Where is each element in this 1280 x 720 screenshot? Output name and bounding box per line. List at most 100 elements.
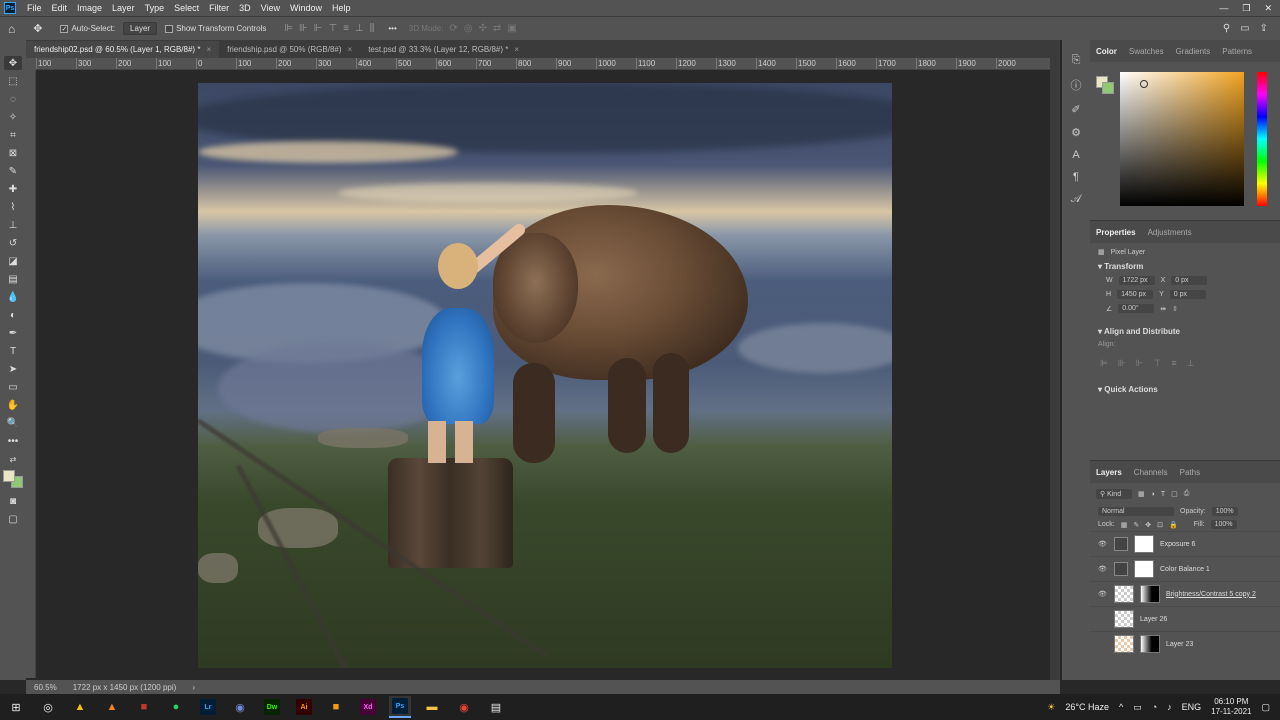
menu-image[interactable]: Image — [72, 3, 107, 13]
layer-name[interactable]: Color Balance 1 — [1160, 566, 1210, 573]
battery-icon[interactable]: ▭ — [1133, 702, 1142, 713]
history-icon[interactable]: ⎘ — [1072, 54, 1081, 67]
clone-stamp-icon[interactable]: ⊥ — [4, 218, 22, 232]
horizontal-ruler[interactable]: 100 300 200 100 0 100 200 300 400 500 60… — [36, 58, 1050, 70]
sketchbook-icon[interactable]: ■ — [325, 696, 347, 718]
document-size[interactable]: 1722 px x 1450 px (1200 ppi) — [73, 683, 177, 692]
file-explorer-icon[interactable]: ▬ — [421, 696, 443, 718]
marquee-tool-icon[interactable]: ⬚ — [4, 74, 22, 88]
menu-type[interactable]: Type — [140, 3, 170, 13]
zoom-tool-icon[interactable]: 🔍 — [4, 416, 22, 430]
filter-adjustment-icon[interactable]: ◑ — [1151, 491, 1155, 498]
kind-filter-dropdown[interactable]: ⚲ Kind — [1096, 489, 1132, 499]
tab-adjustments[interactable]: Adjustments — [1148, 228, 1192, 237]
tab-gradients[interactable]: Gradients — [1176, 47, 1211, 56]
lock-image-icon[interactable]: ✎ — [1133, 521, 1139, 529]
canvas-area[interactable] — [36, 70, 1050, 678]
menu-window[interactable]: Window — [285, 3, 327, 13]
layer-name[interactable]: Layer 23 — [1166, 641, 1193, 648]
google-drive-icon[interactable]: ▲ — [69, 696, 91, 718]
crop-tool-icon[interactable]: ⌗ — [4, 128, 22, 142]
color-field[interactable] — [1120, 72, 1244, 206]
lock-transparent-icon[interactable]: ▦ — [1121, 521, 1128, 529]
history-brush-icon[interactable]: ↺ — [4, 236, 22, 250]
minimize-icon[interactable]: — — [1219, 3, 1228, 14]
height-field[interactable]: 1450 px — [1117, 290, 1154, 299]
glyphs-icon[interactable]: 𝒜 — [1071, 193, 1081, 206]
layer-row[interactable]: 👁 Brightness/Contrast 5 copy 2 — [1090, 581, 1280, 606]
layer-row[interactable]: Layer 23 — [1090, 631, 1280, 656]
tab-swatches[interactable]: Swatches — [1129, 47, 1164, 56]
foreground-color-swatch[interactable] — [3, 470, 15, 482]
weather-icon[interactable]: ☀ — [1047, 702, 1055, 713]
y-field[interactable]: 0 px — [1169, 290, 1206, 299]
photoshop-app-icon[interactable]: Ps — [389, 696, 411, 718]
adjustments-icon[interactable]: ⚙ — [1071, 126, 1081, 139]
layer-mask-thumbnail[interactable] — [1140, 635, 1160, 653]
vertical-ruler[interactable] — [26, 70, 36, 678]
tab-layers[interactable]: Layers — [1096, 468, 1122, 477]
hue-slider[interactable] — [1257, 72, 1267, 206]
magic-wand-icon[interactable]: ✧ — [4, 110, 22, 124]
restore-icon[interactable]: ❐ — [1242, 3, 1250, 14]
distribute-icon[interactable]: ⫼ — [370, 23, 375, 34]
menu-3d[interactable]: 3D — [234, 3, 256, 13]
tab-patterns[interactable]: Patterns — [1222, 47, 1252, 56]
info-icon[interactable]: ⓘ — [1071, 77, 1082, 93]
share-icon[interactable]: ⇪ — [1260, 23, 1268, 34]
lock-all-icon[interactable]: 🔒 — [1169, 521, 1178, 529]
layer-name[interactable]: Exposure 6 — [1160, 541, 1195, 548]
hand-tool-icon[interactable]: ✋ — [4, 398, 22, 412]
menu-edit[interactable]: Edit — [47, 3, 73, 13]
tab-paths[interactable]: Paths — [1180, 468, 1200, 477]
color-picker-marker[interactable] — [1140, 80, 1148, 88]
blur-tool-icon[interactable]: 💧 — [4, 290, 22, 304]
move-tool-icon[interactable]: ✥ — [4, 56, 22, 70]
layer-row[interactable]: 👁 Exposure 6 — [1090, 531, 1280, 556]
menu-select[interactable]: Select — [169, 3, 204, 13]
angle-field[interactable]: 0.00° — [1118, 304, 1155, 313]
align-top-icon[interactable]: ⊤ — [1154, 358, 1162, 369]
align-bottom-icon[interactable]: ⊥ — [355, 23, 364, 34]
menu-filter[interactable]: Filter — [204, 3, 234, 13]
network-icon[interactable]: ◔ — [1152, 702, 1157, 712]
opacity-field[interactable]: 100% — [1211, 507, 1238, 516]
workspace-icon[interactable]: ▭ — [1240, 23, 1249, 34]
media-app-icon[interactable]: ■ — [133, 696, 155, 718]
doc-tab-test[interactable]: test.psd @ 33.3% (Layer 12, RGB/8#) * × — [360, 41, 528, 58]
gradient-tool-icon[interactable]: ▤ — [4, 272, 22, 286]
quick-actions-header[interactable]: ▾ Quick Actions — [1090, 369, 1280, 394]
transform-section-header[interactable]: ▾ Transform — [1090, 256, 1280, 271]
doc-tab-friendship[interactable]: friendship.psd @ 50% (RGB/8#) × — [219, 41, 361, 58]
auto-select-target-dropdown[interactable]: Layer — [123, 22, 158, 35]
task-view-icon[interactable]: ◎ — [37, 696, 59, 718]
chrome-icon[interactable]: ◉ — [453, 696, 475, 718]
close-icon[interactable]: ✕ — [1264, 3, 1272, 14]
vlc-icon[interactable]: ▲ — [101, 696, 123, 718]
chevron-up-icon[interactable]: ^ — [1119, 702, 1123, 712]
volume-icon[interactable]: ♪ — [1167, 702, 1172, 712]
align-right-icon[interactable]: ⊩ — [1136, 358, 1144, 369]
close-icon[interactable]: × — [514, 45, 519, 54]
layer-mask-thumbnail[interactable] — [1134, 560, 1154, 578]
illustrator-app-icon[interactable]: Ai — [293, 696, 315, 718]
3d-scale-icon[interactable]: ▣ — [507, 23, 516, 34]
language-indicator[interactable]: ENG — [1182, 702, 1202, 712]
tab-channels[interactable]: Channels — [1134, 468, 1168, 477]
flip-vertical-icon[interactable]: ⇳ — [1172, 305, 1178, 313]
fill-field[interactable]: 100% — [1210, 520, 1237, 529]
search-icon[interactable]: ⚲ — [1223, 23, 1230, 34]
lightroom-app-icon[interactable]: Lr — [197, 696, 219, 718]
layer-name[interactable]: Layer 26 — [1140, 616, 1167, 623]
brush-tool-icon[interactable]: ⌇ — [4, 200, 22, 214]
close-icon[interactable]: × — [348, 45, 353, 54]
eye-icon[interactable]: 👁 — [1098, 590, 1108, 598]
pen-tool-icon[interactable]: ✒ — [4, 326, 22, 340]
layer-mask-thumbnail[interactable] — [1140, 585, 1160, 603]
align-section-header[interactable]: ▾ Align and Distribute — [1090, 313, 1280, 336]
3d-roll-icon[interactable]: ◎ — [464, 23, 473, 34]
document-canvas[interactable] — [198, 83, 892, 668]
3d-orbit-icon[interactable]: ⟳ — [449, 23, 457, 34]
weather-text[interactable]: 26°C Haze — [1065, 702, 1109, 712]
layer-name[interactable]: Brightness/Contrast 5 copy 2 — [1166, 591, 1256, 598]
